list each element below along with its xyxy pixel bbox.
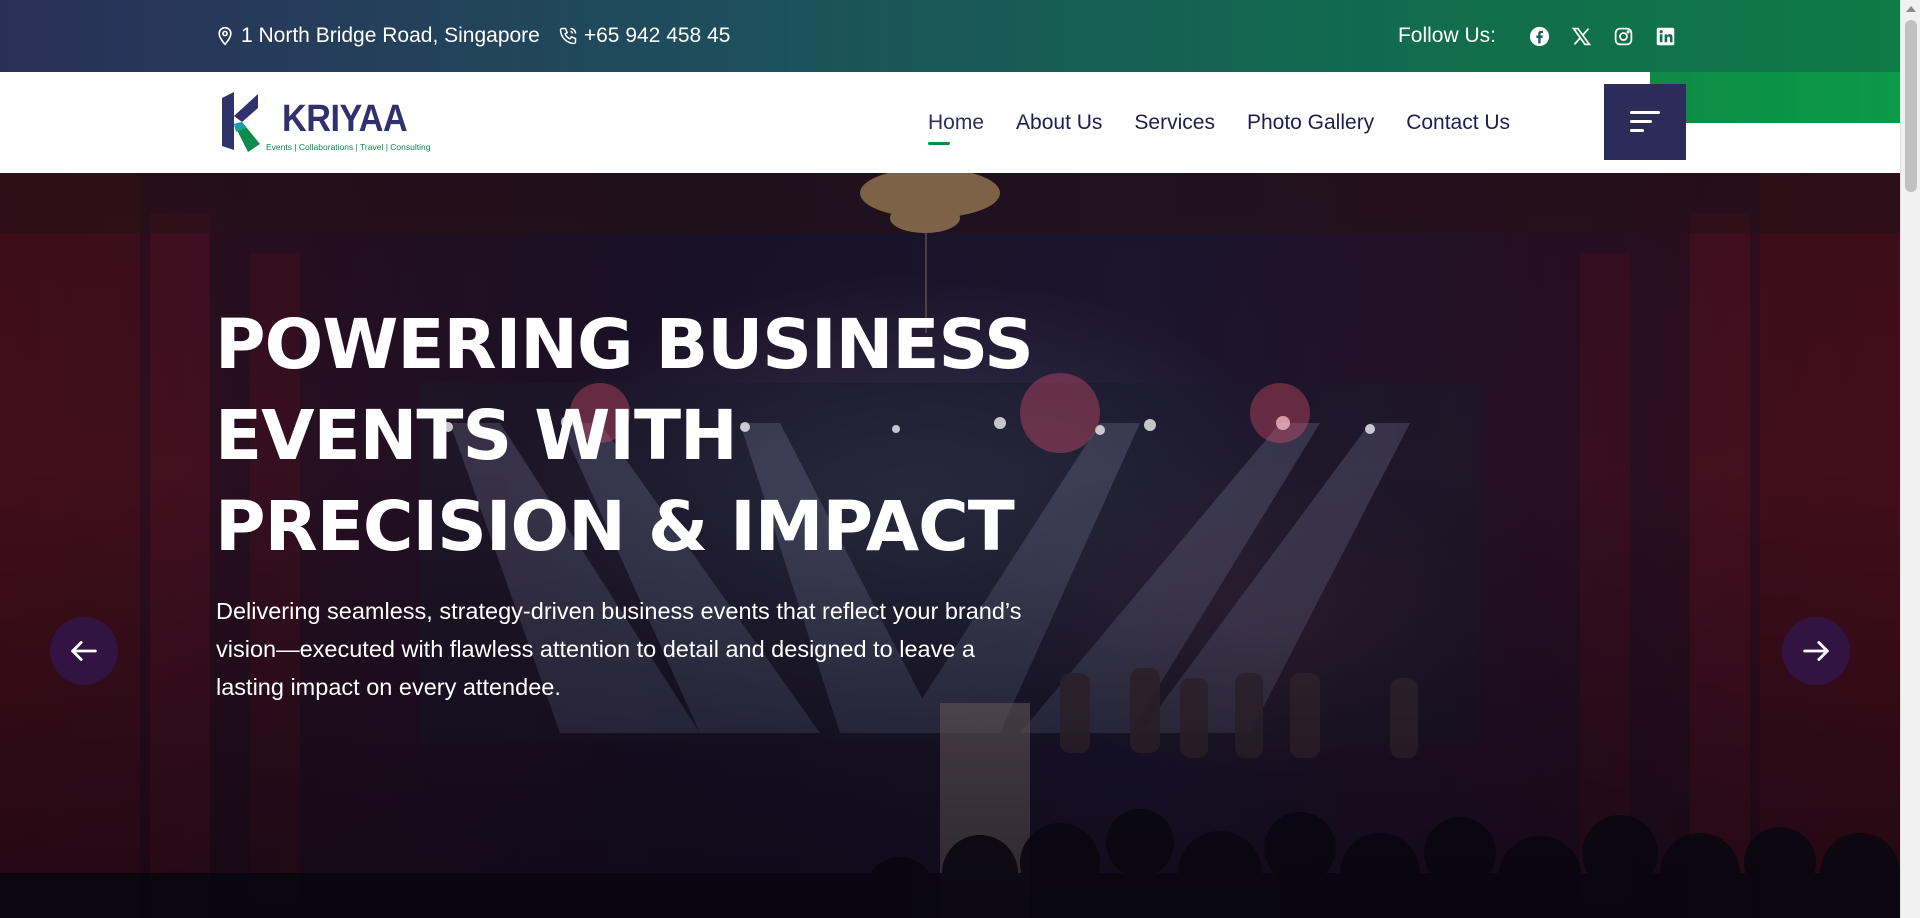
- scroll-up-arrow-icon[interactable]: [1906, 6, 1916, 12]
- location-pin-icon: [218, 26, 232, 46]
- phone-text: +65 942 458 45: [583, 24, 731, 47]
- address-item[interactable]: 1 North Bridge Road, Singapore: [215, 24, 540, 48]
- linkedin-link[interactable]: [1644, 15, 1686, 57]
- x-twitter-icon: [1571, 27, 1591, 45]
- facebook-link[interactable]: [1518, 15, 1560, 57]
- slider-next-button[interactable]: [1782, 617, 1850, 685]
- logo-tagline: Events | Collaborations | Travel | Consu…: [266, 142, 431, 152]
- page-scrollbar[interactable]: [1900, 0, 1920, 918]
- linkedin-icon: [1656, 27, 1674, 45]
- nav-photo-gallery[interactable]: Photo Gallery: [1247, 111, 1374, 135]
- main-navigation: Home About Us Services Photo Gallery Con…: [928, 72, 1510, 173]
- nav-about-us[interactable]: About Us: [1016, 111, 1102, 135]
- follow-label: Follow Us:: [1397, 24, 1496, 47]
- arrow-right-icon: [1803, 641, 1829, 661]
- logo-wordmark: KRIYAA: [282, 98, 408, 140]
- contact-info: 1 North Bridge Road, Singapore +65 942 4…: [215, 0, 730, 72]
- facebook-icon: [1529, 26, 1549, 46]
- phone-icon: [559, 27, 577, 45]
- slider-prev-button[interactable]: [50, 617, 118, 685]
- social-follow: Follow Us:: [1398, 0, 1686, 72]
- phone-item[interactable]: +65 942 458 45: [558, 24, 731, 48]
- nav-services[interactable]: Services: [1134, 111, 1215, 135]
- hero-subtitle: Delivering seamless, strategy-driven bus…: [216, 598, 1022, 700]
- scrollbar-thumb[interactable]: [1905, 20, 1917, 192]
- hero-title: POWERING BUSINESS EVENTS WITH PRECISION …: [215, 305, 1034, 567]
- logo-mark-icon: [222, 92, 260, 152]
- instagram-icon: [1614, 27, 1632, 45]
- header-accent-band: [1650, 72, 1900, 123]
- x-twitter-link[interactable]: [1560, 15, 1602, 57]
- arrow-left-icon: [71, 641, 97, 661]
- address-text: 1 North Bridge Road, Singapore: [241, 24, 540, 47]
- hamburger-menu-icon: [1630, 111, 1660, 133]
- nav-contact-us[interactable]: Contact Us: [1406, 111, 1510, 135]
- logo[interactable]: KRIYAA Events | Collaborations | Travel …: [220, 92, 430, 156]
- menu-toggle-button[interactable]: [1604, 84, 1686, 160]
- main-header: KRIYAA Events | Collaborations | Travel …: [0, 72, 1650, 173]
- instagram-link[interactable]: [1602, 15, 1644, 57]
- top-bar: 1 North Bridge Road, Singapore +65 942 4…: [0, 0, 1900, 72]
- nav-home[interactable]: Home: [928, 111, 984, 145]
